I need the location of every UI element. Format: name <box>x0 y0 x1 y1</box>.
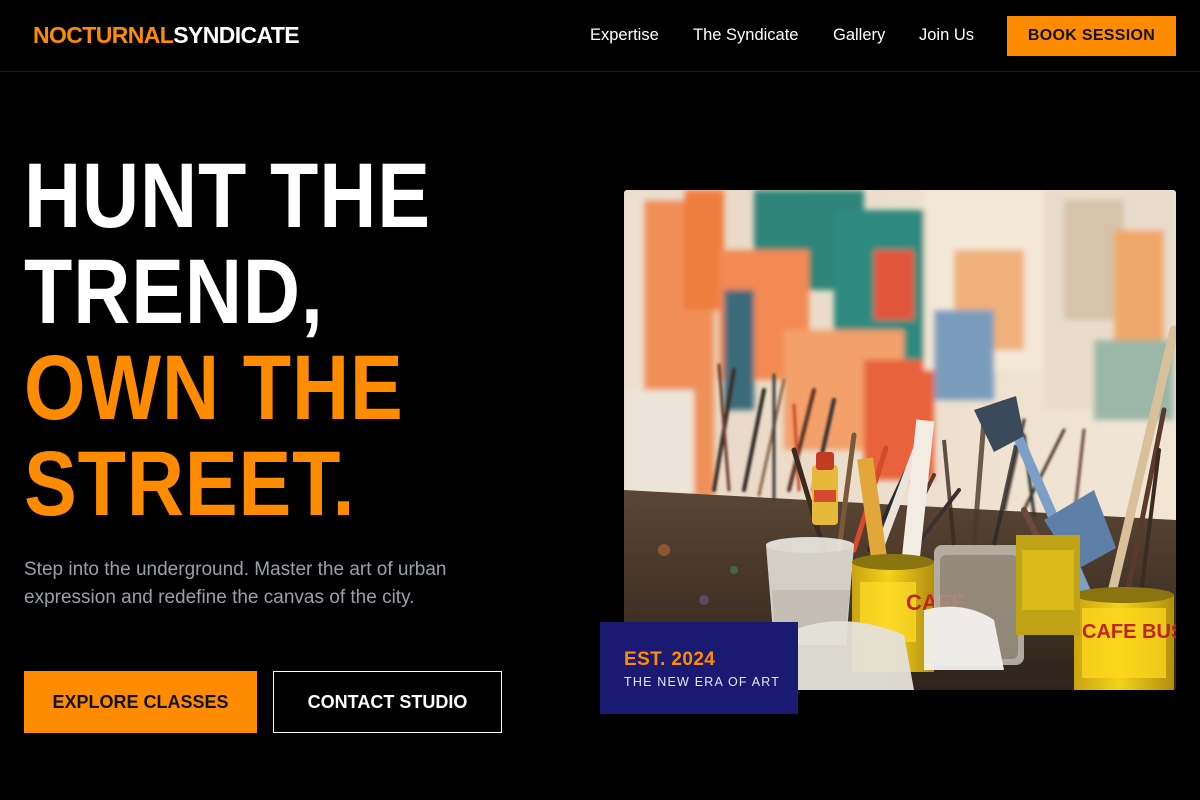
hero-subtext: Step into the underground. Master the ar… <box>24 559 447 608</box>
site-header: NOCTURNALSYNDICATE Expertise The Syndica… <box>0 0 1200 72</box>
est-badge: EST. 2024 THE NEW ERA OF ART <box>600 622 798 714</box>
headline-line-1: HUNT THE <box>24 145 431 247</box>
book-session-button[interactable]: BOOK SESSION <box>1007 16 1176 56</box>
brand-name-part1: NOCTURNAL <box>33 22 174 48</box>
hero-image-paint-brushes: CAFE CAFE BUSTELO <box>624 190 1176 690</box>
can-label-right: CAFE BUSTELO <box>1082 621 1176 643</box>
headline-line-4: STREET. <box>24 433 356 535</box>
est-year: EST. 2024 <box>624 649 716 670</box>
explore-classes-button[interactable]: EXPLORE CLASSES <box>24 671 257 733</box>
nav-link-gallery[interactable]: Gallery <box>833 26 885 45</box>
headline-line-2: TREND, <box>24 241 324 343</box>
hero-headline: HUNT THE TREND, OWN THE STREET. <box>24 148 431 532</box>
headline-line-3: OWN THE <box>24 337 404 439</box>
nav-link-the-syndicate[interactable]: The Syndicate <box>693 26 798 45</box>
brand-name-part2: SYNDICATE <box>173 22 300 48</box>
est-tagline: THE NEW ERA OF ART <box>624 675 781 689</box>
brand-logo[interactable]: NOCTURNALSYNDICATE <box>33 22 300 49</box>
nav-link-join-us[interactable]: Join Us <box>919 26 974 45</box>
nav-link-expertise[interactable]: Expertise <box>590 26 659 45</box>
contact-studio-button[interactable]: CONTACT STUDIO <box>273 671 502 733</box>
